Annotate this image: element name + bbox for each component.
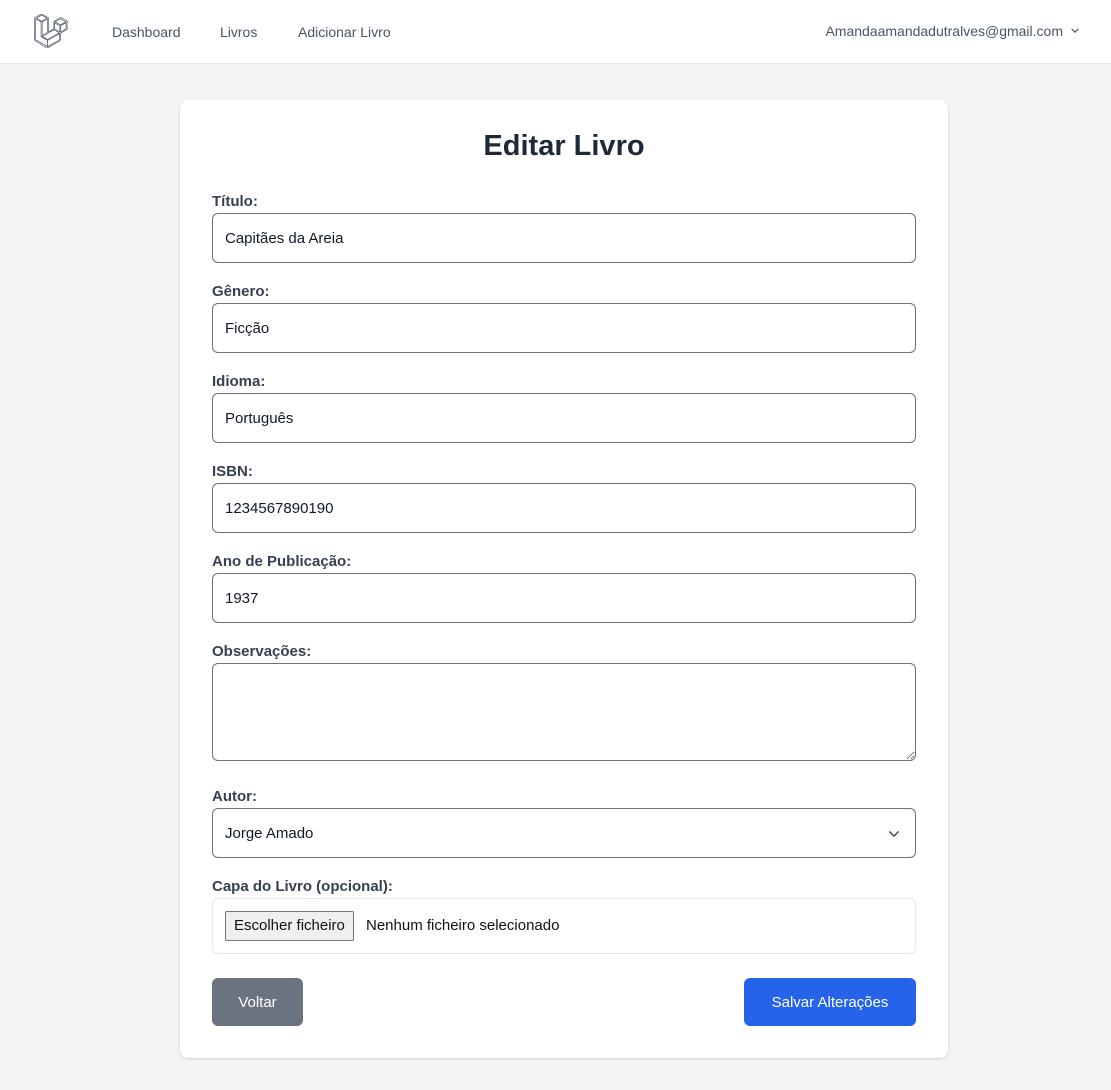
capa-label: Capa do Livro (opcional): xyxy=(212,878,393,895)
nav-link-adicionar-livro[interactable]: Adicionar Livro xyxy=(298,24,391,40)
genero-input[interactable] xyxy=(212,303,916,353)
ano-publicacao-label: Ano de Publicação: xyxy=(212,553,352,570)
save-changes-button[interactable]: Salvar Alterações xyxy=(744,978,916,1026)
idioma-label: Idioma: xyxy=(212,373,266,390)
nav-link-dashboard[interactable]: Dashboard xyxy=(112,24,181,40)
autor-select[interactable]: Jorge Amado xyxy=(212,808,916,858)
file-status-text: Nenhum ficheiro selecionado xyxy=(366,917,560,934)
page-title: Editar Livro xyxy=(483,130,645,162)
autor-selected-value: Jorge Amado xyxy=(225,825,314,842)
isbn-label: ISBN: xyxy=(212,463,253,480)
observacoes-label: Observações: xyxy=(212,643,312,660)
back-button[interactable]: Voltar xyxy=(212,978,303,1026)
chevron-down-icon xyxy=(889,831,899,837)
idioma-input[interactable] xyxy=(212,393,916,443)
user-email: Amandaamandadutralves@gmail.com xyxy=(825,23,1063,39)
observacoes-textarea[interactable] xyxy=(212,663,916,761)
user-menu-dropdown[interactable]: Amandaamandadutralves@gmail.com xyxy=(825,23,1081,39)
titulo-label: Título: xyxy=(212,193,258,210)
genero-label: Gênero: xyxy=(212,283,270,300)
choose-file-button[interactable]: Escolher ficheiro xyxy=(225,911,354,941)
ano-publicacao-input[interactable] xyxy=(212,573,916,623)
top-navigation: Dashboard Livros Adicionar Livro Amandaa… xyxy=(0,0,1111,64)
capa-file-input: Escolher ficheiro Nenhum ficheiro seleci… xyxy=(212,898,916,954)
isbn-input[interactable] xyxy=(212,483,916,533)
titulo-input[interactable] xyxy=(212,213,916,263)
laravel-logo-icon[interactable] xyxy=(34,14,68,48)
chevron-down-icon xyxy=(1071,28,1079,33)
autor-label: Autor: xyxy=(212,788,257,805)
edit-book-card: Editar Livro Título: Gênero: Idioma: ISB… xyxy=(180,100,948,1058)
nav-link-livros[interactable]: Livros xyxy=(220,24,257,40)
